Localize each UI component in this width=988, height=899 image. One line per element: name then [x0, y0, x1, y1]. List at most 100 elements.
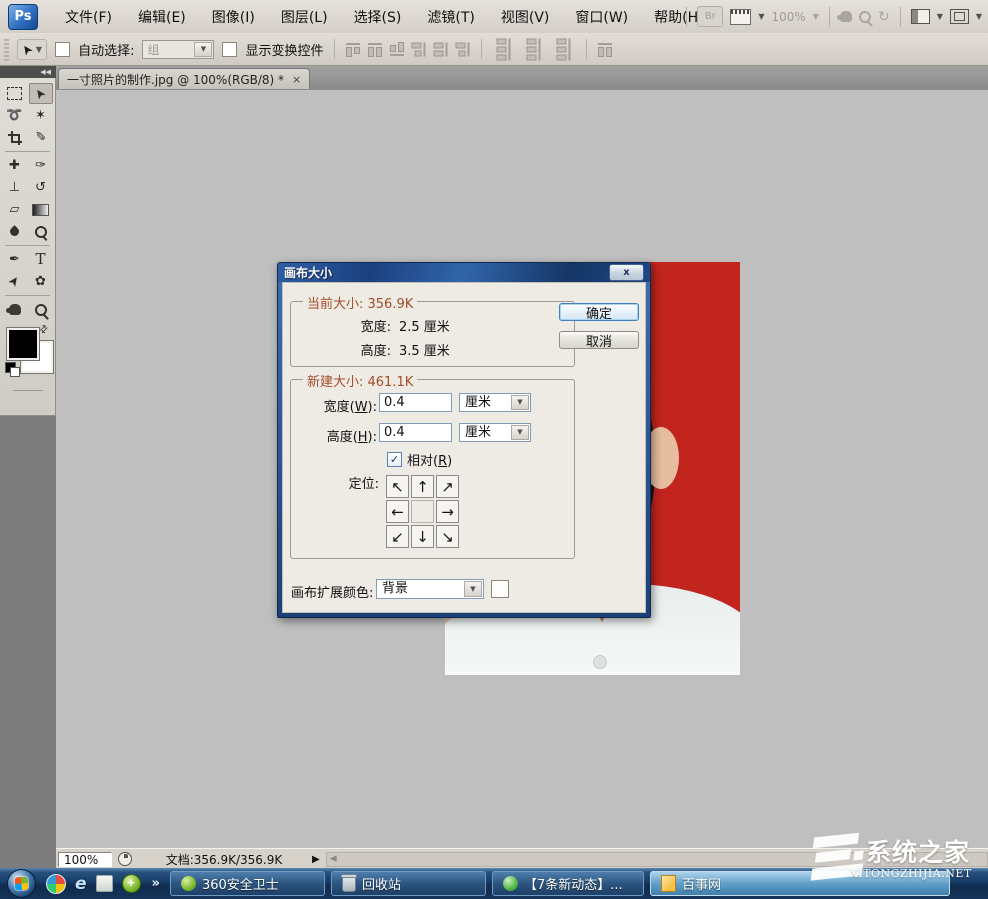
- lasso-tool[interactable]: ➰: [3, 105, 27, 126]
- status-zoom-input[interactable]: 100%: [58, 852, 112, 867]
- dodge-tool[interactable]: [29, 221, 53, 242]
- document-size-info: 文档:356.9K/356.9K: [140, 851, 308, 868]
- anchor-top-right[interactable]: ↗: [436, 475, 459, 498]
- chevron-down-icon[interactable]: ▼: [464, 581, 482, 597]
- history-brush-tool[interactable]: ↺: [29, 177, 53, 198]
- document-tab[interactable]: 一寸照片的制作.jpg @ 100%(RGB/8) * ×: [58, 68, 310, 89]
- new-height-unit-dropdown[interactable]: 厘米 ▼: [459, 423, 531, 442]
- move-tool[interactable]: ➤: [29, 83, 53, 104]
- chevron-down-icon[interactable]: ▼: [813, 12, 819, 21]
- anchor-center[interactable]: [411, 500, 434, 523]
- gradient-tool[interactable]: [29, 199, 53, 220]
- align-right-icon[interactable]: [457, 42, 470, 56]
- cancel-button[interactable]: 取消: [559, 331, 639, 349]
- taskbar-item-360[interactable]: 360安全卫士: [170, 871, 325, 896]
- distribute-vcenter-icon[interactable]: [528, 38, 541, 60]
- chevron-down-icon[interactable]: ▼: [937, 12, 943, 21]
- toolbox-separator: [5, 151, 50, 152]
- canvas-extension-color-swatch[interactable]: [491, 580, 509, 598]
- anchor-top-left[interactable]: ↖: [386, 475, 409, 498]
- auto-select-checkbox[interactable]: [55, 42, 70, 57]
- taskbar-item-recycle-bin[interactable]: 回收站: [331, 871, 486, 896]
- relative-checkbox[interactable]: ✓: [387, 452, 402, 467]
- clone-stamp-tool[interactable]: ⊥: [3, 177, 27, 198]
- zoom-tool[interactable]: [29, 299, 53, 320]
- canvas-extension-color-dropdown[interactable]: 背景 ▼: [376, 579, 484, 599]
- chevron-down-icon[interactable]: ▼: [976, 12, 982, 21]
- menu-select[interactable]: 选择(S): [341, 7, 415, 27]
- menu-file[interactable]: 文件(F): [52, 7, 125, 27]
- menu-edit[interactable]: 编辑(E): [125, 7, 199, 27]
- rotate-view-icon[interactable]: ↻: [878, 10, 890, 24]
- quick-launch-overflow[interactable]: »: [152, 876, 160, 891]
- quick-launch-green-icon[interactable]: +: [122, 874, 141, 893]
- bridge-button[interactable]: Br: [697, 6, 723, 27]
- show-transform-checkbox[interactable]: [222, 42, 237, 57]
- default-colors-icon[interactable]: [5, 362, 16, 373]
- menu-image[interactable]: 图像(I): [199, 7, 268, 27]
- new-width-input[interactable]: 0.4: [379, 393, 452, 412]
- toolbox-collapse-button[interactable]: ◀◀: [0, 66, 56, 78]
- type-tool[interactable]: T: [29, 249, 53, 270]
- eraser-tool[interactable]: ▱: [3, 199, 27, 220]
- ok-button[interactable]: 确定: [559, 303, 639, 321]
- align-hcenter-icon[interactable]: [435, 42, 448, 56]
- start-button[interactable]: [7, 869, 36, 898]
- align-top-icon[interactable]: [346, 43, 360, 56]
- new-width-unit-dropdown[interactable]: 厘米 ▼: [459, 393, 531, 412]
- align-bottom-icon[interactable]: [390, 43, 404, 56]
- close-icon[interactable]: ×: [292, 73, 301, 86]
- chevron-down-icon[interactable]: ▼: [511, 425, 529, 440]
- taskbar-item-baishiwang[interactable]: 百事网: [650, 871, 950, 896]
- pen-tool[interactable]: ✒: [3, 249, 27, 270]
- anchor-right[interactable]: →: [436, 500, 459, 523]
- distribute-bottom-icon[interactable]: [558, 38, 571, 60]
- quick-launch-360-icon[interactable]: [46, 874, 66, 894]
- align-left-icon[interactable]: [413, 42, 426, 56]
- anchor-bottom[interactable]: ↓: [411, 525, 434, 548]
- healing-brush-tool[interactable]: ✚: [3, 155, 27, 176]
- quick-launch-app-icon[interactable]: [96, 875, 113, 892]
- dialog-close-button[interactable]: x: [609, 264, 644, 281]
- eyedropper-tool[interactable]: ✐: [29, 127, 53, 148]
- anchor-left[interactable]: ←: [386, 500, 409, 523]
- auto-select-dropdown[interactable]: 组 ▼: [142, 40, 214, 59]
- workspace-layout-icon[interactable]: [911, 9, 930, 24]
- hand-tool-icon[interactable]: [840, 11, 852, 22]
- hand-tool[interactable]: [3, 299, 27, 320]
- current-tool-indicator[interactable]: ➤ ▼: [17, 39, 47, 60]
- blur-tool[interactable]: [3, 221, 27, 242]
- path-selection-tool[interactable]: ➤: [3, 271, 27, 292]
- menu-filter[interactable]: 滤镜(T): [414, 7, 487, 27]
- foreground-color-swatch[interactable]: [7, 328, 39, 360]
- dialog-title-bar[interactable]: 画布大小 x: [278, 263, 650, 282]
- menu-layer[interactable]: 图层(L): [268, 7, 341, 27]
- horizontal-scrollbar[interactable]: ◀: [326, 852, 988, 867]
- crop-tool[interactable]: [3, 127, 27, 148]
- anchor-top[interactable]: ↑: [411, 475, 434, 498]
- menu-view[interactable]: 视图(V): [488, 7, 563, 27]
- anchor-bottom-right[interactable]: ↘: [436, 525, 459, 548]
- taskbar-item-news[interactable]: 【7条新动态】...: [492, 871, 644, 896]
- eyedropper-icon: ✐: [35, 131, 46, 144]
- chevron-down-icon[interactable]: ▼: [194, 42, 212, 57]
- new-height-input[interactable]: 0.4: [379, 423, 452, 442]
- anchor-bottom-left[interactable]: ↙: [386, 525, 409, 548]
- status-flyout-icon[interactable]: ▶: [312, 854, 320, 865]
- brush-tool[interactable]: ✑: [29, 155, 53, 176]
- view-extras-icon[interactable]: [730, 9, 751, 25]
- distribute-top-icon[interactable]: [498, 38, 511, 60]
- internet-explorer-icon[interactable]: e: [75, 874, 87, 894]
- swap-colors-icon[interactable]: ⇄: [37, 323, 51, 337]
- chevron-down-icon[interactable]: ▼: [758, 12, 764, 21]
- chevron-down-icon[interactable]: ▼: [511, 395, 529, 410]
- scroll-left-icon[interactable]: ◀: [330, 854, 337, 864]
- rectangular-marquee-tool[interactable]: [3, 83, 27, 104]
- align-vcenter-icon[interactable]: [368, 43, 382, 56]
- custom-shape-tool[interactable]: ✿: [29, 271, 53, 292]
- auto-align-icon[interactable]: [598, 43, 612, 56]
- zoom-tool-icon[interactable]: [859, 11, 871, 23]
- screen-mode-icon[interactable]: [950, 9, 969, 24]
- magic-wand-tool[interactable]: ✶: [29, 105, 53, 126]
- menu-window[interactable]: 窗口(W): [562, 7, 641, 27]
